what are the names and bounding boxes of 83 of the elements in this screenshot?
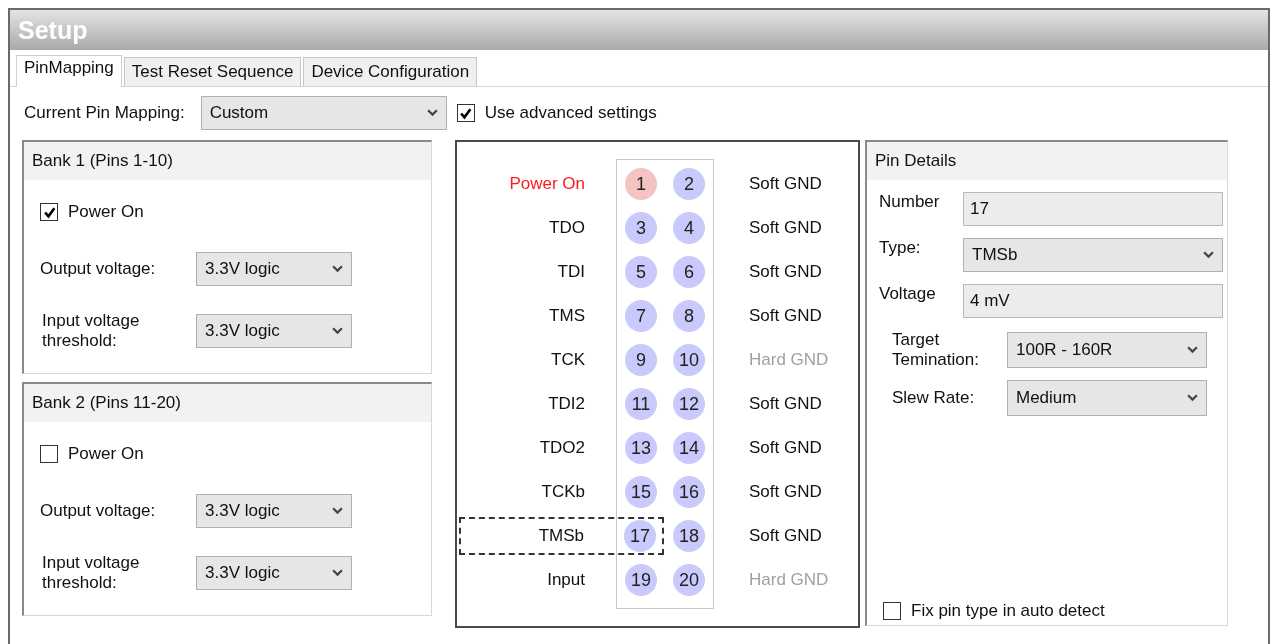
field-label: Output voltage: xyxy=(40,501,157,521)
checkbox-label: Use advanced settings xyxy=(484,103,657,123)
chevron-down-icon xyxy=(1203,251,1214,259)
pin-label: Soft GND xyxy=(749,482,822,502)
pin-label: Hard GND xyxy=(749,570,829,590)
pin[interactable]: 3 xyxy=(625,212,657,244)
dropdown[interactable]: Medium xyxy=(1007,380,1207,416)
pin-label: TMSb xyxy=(537,526,585,546)
pin[interactable]: 4 xyxy=(673,212,705,244)
pin[interactable]: 18 xyxy=(673,520,705,552)
pin[interactable]: 5 xyxy=(625,256,657,288)
pin[interactable]: 20 xyxy=(673,564,705,596)
field-label: Input voltage threshold: xyxy=(42,311,141,351)
text-field[interactable]: 4 mV xyxy=(963,284,1223,318)
checkbox-label: Power On xyxy=(68,444,144,464)
pin-label: Soft GND xyxy=(749,438,822,458)
field-label: Voltage xyxy=(879,284,937,304)
pin[interactable]: 12 xyxy=(673,388,705,420)
pin[interactable]: 14 xyxy=(673,432,705,464)
pin[interactable]: 1 xyxy=(625,168,657,200)
pin-label: Soft GND xyxy=(749,218,822,238)
pin[interactable]: 9 xyxy=(625,344,657,376)
field-label: Target Temination: xyxy=(892,330,980,370)
tab[interactable]: Device Configuration xyxy=(303,57,478,86)
tab[interactable]: PinMapping xyxy=(16,55,122,87)
group-title: Bank 2 (Pins 11-20) xyxy=(32,393,181,413)
checkbox-label: Power On xyxy=(68,202,144,222)
dropdown[interactable]: 3.3V logic xyxy=(196,556,352,590)
pin-label: Soft GND xyxy=(749,174,822,194)
pin-label: TDI xyxy=(556,262,586,282)
dropdown[interactable]: Custom xyxy=(200,96,447,130)
field-label: Slew Rate: xyxy=(892,388,976,408)
checkbox[interactable] xyxy=(40,203,58,221)
pin[interactable]: 10 xyxy=(673,344,705,376)
pin[interactable]: 13 xyxy=(625,432,657,464)
pin-label: TCKb xyxy=(540,482,586,502)
group-title: Pin Details xyxy=(875,151,957,171)
window-title: Setup xyxy=(18,15,88,45)
pin-label: Soft GND xyxy=(749,526,822,546)
field-label: Current Pin Mapping: xyxy=(24,103,185,123)
dropdown[interactable]: 100R - 160R xyxy=(1007,332,1207,368)
chevron-down-icon xyxy=(332,569,343,577)
dropdown[interactable]: 3.3V logic xyxy=(196,494,352,528)
pin-label: TDO2 xyxy=(538,438,586,458)
pin-label: TDO xyxy=(548,218,586,238)
pin-label: Soft GND xyxy=(749,306,822,326)
chevron-down-icon xyxy=(332,265,343,273)
pin[interactable]: 6 xyxy=(673,256,705,288)
pin[interactable]: 11 xyxy=(625,388,657,420)
pin-label: Power On xyxy=(508,174,586,194)
pin-label: TDI2 xyxy=(547,394,586,414)
chevron-down-icon xyxy=(1187,394,1198,402)
checkbox[interactable] xyxy=(456,104,475,122)
pin-label: Hard GND xyxy=(749,350,829,370)
chevron-down-icon xyxy=(1187,346,1198,354)
text-field[interactable]: 17 xyxy=(963,192,1223,226)
pin[interactable]: 17 xyxy=(624,520,656,552)
dropdown[interactable]: TMSb xyxy=(963,238,1223,272)
field-label: Output voltage: xyxy=(40,259,157,279)
pin-label: TCK xyxy=(550,350,586,370)
pin[interactable]: 15 xyxy=(625,476,657,508)
tab[interactable]: Test Reset Sequence xyxy=(123,57,302,86)
pin[interactable]: 8 xyxy=(673,300,705,332)
field-label: Type: xyxy=(879,238,922,258)
field-label: Number xyxy=(879,192,941,212)
dropdown[interactable]: 3.3V logic xyxy=(196,252,352,286)
chevron-down-icon xyxy=(426,109,438,117)
chevron-down-icon xyxy=(332,507,343,515)
field-label: Input voltage threshold: xyxy=(42,553,141,593)
pin-label: Input xyxy=(546,570,586,590)
pin[interactable]: 2 xyxy=(673,168,705,200)
checkbox[interactable] xyxy=(40,445,58,463)
checkbox[interactable] xyxy=(883,602,901,620)
pin-label: Soft GND xyxy=(749,262,822,282)
dropdown[interactable]: 3.3V logic xyxy=(196,314,352,348)
pin[interactable]: 19 xyxy=(625,564,657,596)
pin-label: Soft GND xyxy=(749,394,822,414)
group-title: Bank 1 (Pins 1-10) xyxy=(32,151,173,171)
chevron-down-icon xyxy=(332,327,343,335)
pin-label: TMS xyxy=(548,306,586,326)
checkbox-label: Fix pin type in auto detect xyxy=(911,601,1105,621)
pin[interactable]: 16 xyxy=(673,476,705,508)
pin[interactable]: 7 xyxy=(625,300,657,332)
